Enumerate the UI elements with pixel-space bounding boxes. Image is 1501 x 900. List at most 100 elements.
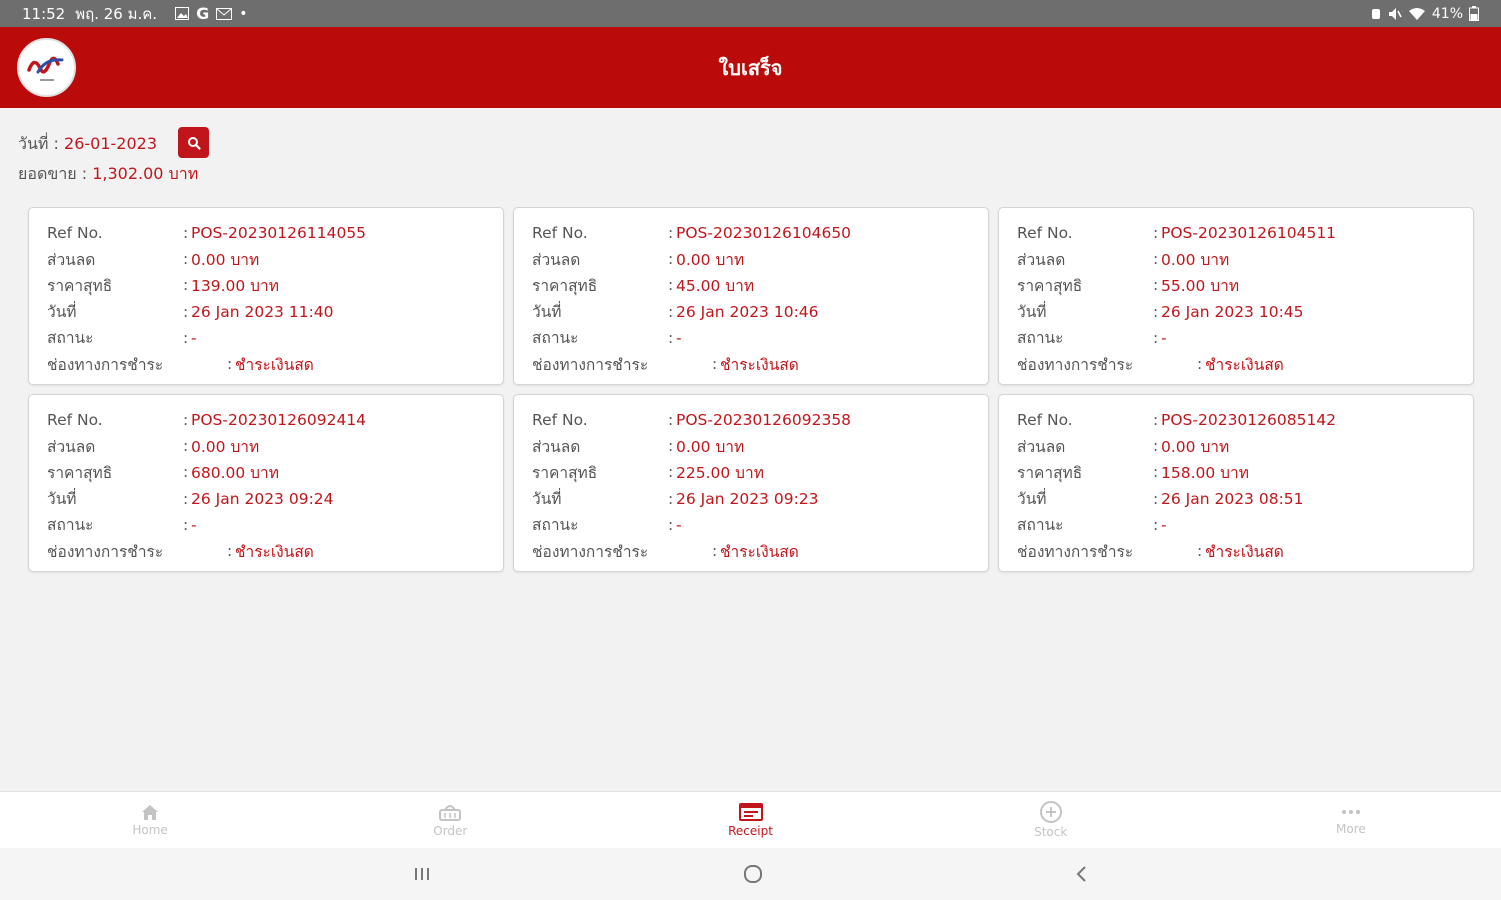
bottom-nav: Home Order Receipt Stock More <box>0 791 1501 848</box>
net-value: 139.00 บาท <box>191 276 279 295</box>
date-value: 26 Jan 2023 11:40 <box>191 302 334 321</box>
status-label: สถานะ <box>47 516 94 535</box>
discount-label: ส่วนลด <box>1017 437 1066 456</box>
date-label: วันที่ <box>47 303 77 322</box>
date-value: 26 Jan 2023 09:23 <box>676 489 819 508</box>
back-icon <box>1076 866 1086 882</box>
mute-icon <box>1388 7 1402 20</box>
discount-value: 0.00 บาท <box>191 250 260 269</box>
net-label: ราคาสุทธิ <box>47 276 113 295</box>
nav-home-label: Home <box>132 823 168 837</box>
nav-more-label: More <box>1336 822 1366 836</box>
search-icon <box>187 136 201 150</box>
date-value[interactable]: 26-01-2023 <box>64 134 157 153</box>
battery-text: 41% <box>1431 5 1463 22</box>
home-circle-icon <box>744 865 762 883</box>
ref-label: Ref No. <box>532 224 588 243</box>
recent-apps-button[interactable] <box>408 862 436 886</box>
status-value: - <box>1161 328 1167 347</box>
receipt-card[interactable]: Ref No.: POS-20230126085142 ส่วนลด:0.00 บ… <box>998 394 1474 572</box>
status-label: สถานะ <box>1017 329 1064 348</box>
sales-value: 1,302.00 บาท <box>92 164 199 183</box>
payment-value: ชำระเงินสด <box>235 542 314 561</box>
status-label: สถานะ <box>532 516 579 535</box>
nav-order[interactable]: Order <box>300 792 600 848</box>
sales-label: ยอดขาย : <box>18 164 93 183</box>
stock-icon <box>1039 801 1062 823</box>
net-value: 55.00 บาท <box>1161 276 1240 295</box>
net-label: ราคาสุทธิ <box>1017 463 1083 482</box>
nav-more[interactable]: More <box>1201 792 1501 848</box>
receipt-icon <box>738 803 763 821</box>
receipt-card[interactable]: Ref No.: POS-20230126104511 ส่วนลด:0.00 บ… <box>998 207 1474 385</box>
ref-value: POS-20230126104650 <box>676 224 852 243</box>
date-label: วันที่ : <box>18 134 65 153</box>
ref-label: Ref No. <box>1017 224 1073 243</box>
search-button[interactable] <box>178 127 209 158</box>
receipt-card[interactable]: Ref No.: POS-20230126092358 ส่วนลด:0.00 บ… <box>513 394 989 572</box>
nav-receipt[interactable]: Receipt <box>600 792 900 848</box>
payment-value: ชำระเงินสด <box>720 542 799 561</box>
date-value: 26 Jan 2023 10:45 <box>1161 302 1304 321</box>
logo-icon <box>26 56 63 81</box>
nav-home[interactable]: Home <box>0 792 300 848</box>
status-label: สถานะ <box>532 329 579 348</box>
payment-label: ช่องทางการชำระ <box>47 355 164 374</box>
payment-value: ชำระเงินสด <box>235 355 314 374</box>
status-label: สถานะ <box>47 329 94 348</box>
page-title: ใบเสร็จ <box>718 55 783 80</box>
net-value: 158.00 บาท <box>1161 463 1249 482</box>
status-value: - <box>1161 515 1167 534</box>
net-label: ราคาสุทธิ <box>47 463 113 482</box>
payment-label: ช่องทางการชำระ <box>532 542 649 561</box>
net-label: ราคาสุทธิ <box>532 463 598 482</box>
ref-value: POS-20230126092358 <box>676 411 852 430</box>
status-date: พฤ. 26 ม.ค. <box>75 4 158 23</box>
net-value: 225.00 บาท <box>676 463 764 482</box>
app-header: ใบเสร็จ <box>0 27 1501 108</box>
discount-label: ส่วนลด <box>532 250 581 269</box>
dot-icon: • <box>239 5 248 22</box>
google-icon: G <box>196 4 210 23</box>
back-button[interactable] <box>1068 862 1096 886</box>
status-time: 11:52 <box>22 4 66 23</box>
discount-label: ส่วนลด <box>47 250 96 269</box>
receipt-card[interactable]: Ref No.: POS-20230126104650 ส่วนลด:0.00 บ… <box>513 207 989 385</box>
discount-value: 0.00 บาท <box>1161 250 1230 269</box>
battery-icon <box>1469 6 1479 21</box>
system-navigation-bar <box>0 848 1501 900</box>
date-label: วันที่ <box>1017 490 1047 509</box>
payment-label: ช่องทางการชำระ <box>532 355 649 374</box>
date-label: วันที่ <box>532 490 562 509</box>
discount-label: ส่วนลด <box>532 437 581 456</box>
date-value: 26 Jan 2023 08:51 <box>1161 489 1304 508</box>
date-label: วันที่ <box>532 303 562 322</box>
wifi-icon <box>1408 7 1425 20</box>
notification-icons: G • <box>175 4 247 23</box>
status-value: - <box>676 515 682 534</box>
payment-label: ช่องทางการชำระ <box>1017 355 1134 374</box>
nav-order-label: Order <box>433 824 468 838</box>
ref-value: POS-20230126114055 <box>191 224 367 243</box>
date-value: 26 Jan 2023 09:24 <box>191 489 334 508</box>
discount-value: 0.00 บาท <box>676 250 745 269</box>
more-icon <box>1341 810 1360 814</box>
receipt-card[interactable]: Ref No.: POS-20230126114055 ส่วนลด:0.00 บ… <box>28 207 504 385</box>
home-button[interactable] <box>739 862 767 886</box>
discount-value: 0.00 บาท <box>191 437 260 456</box>
receipt-card[interactable]: Ref No.: POS-20230126092414 ส่วนลด:0.00 บ… <box>28 394 504 572</box>
nav-stock[interactable]: Stock <box>901 792 1201 848</box>
discount-label: ส่วนลด <box>1017 250 1066 269</box>
brand-logo[interactable] <box>17 38 76 97</box>
date-value: 26 Jan 2023 10:46 <box>676 302 819 321</box>
nav-stock-label: Stock <box>1034 825 1068 839</box>
home-icon <box>142 805 159 820</box>
payment-value: ชำระเงินสด <box>1205 542 1284 561</box>
ref-label: Ref No. <box>1017 411 1073 430</box>
status-value: - <box>191 328 197 347</box>
date-label: วันที่ <box>1017 303 1047 322</box>
sales-total-row: ยอดขาย : 1,302.00 บาท <box>18 162 198 187</box>
receipt-grid: Ref No.: POS-20230126114055 ส่วนลด:0.00 บ… <box>28 207 1474 572</box>
payment-value: ชำระเงินสด <box>720 355 799 374</box>
ref-value: POS-20230126104511 <box>1161 224 1337 243</box>
